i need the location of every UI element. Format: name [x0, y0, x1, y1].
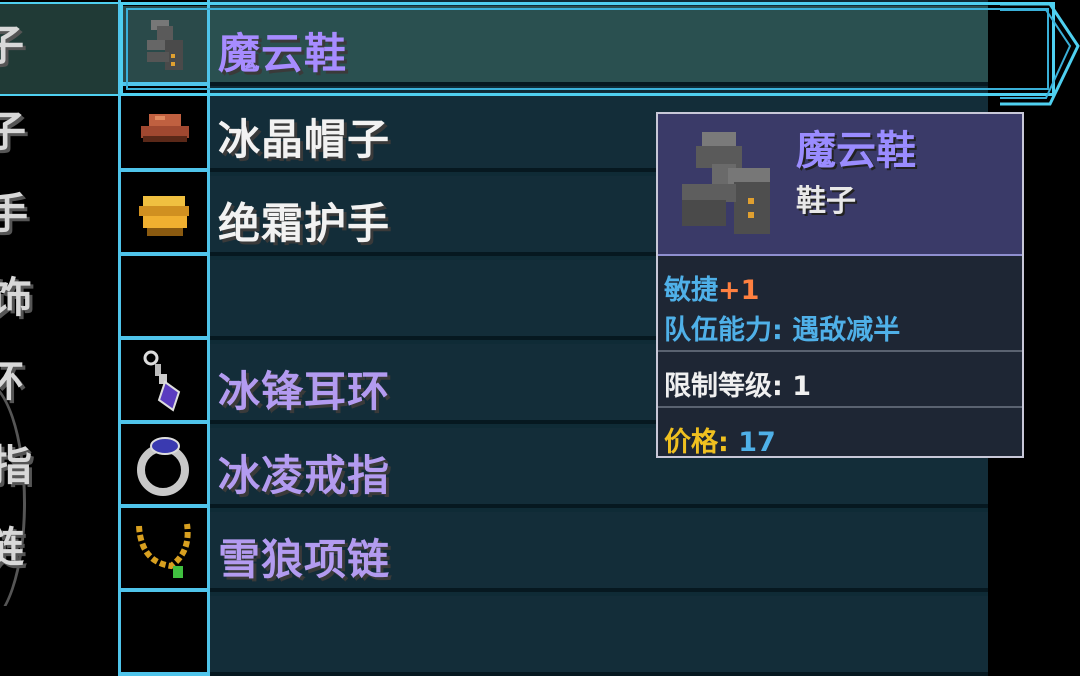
tooltip-level: 限制等级: 1 [664, 371, 812, 402]
item-icon [118, 596, 210, 676]
hat-icon [118, 92, 210, 172]
item-row[interactable] [118, 596, 988, 676]
tooltip-type: 鞋子 [796, 184, 856, 219]
tooltip-price: 价格: 17 [664, 427, 776, 458]
item-row[interactable]: 雪狼项链 [118, 512, 988, 592]
tooltip-team-ability: 队伍能力: 遇敌减半 [664, 315, 901, 346]
category-column: 子 子 手 饰 环 指 链 [0, 0, 118, 606]
tooltip-stat: 敏捷+1 [664, 275, 760, 306]
category-item[interactable]: 子 [0, 4, 24, 88]
category-item[interactable]: 饰 [0, 256, 54, 340]
tooltip-divider [658, 350, 1022, 352]
item-name: 雪狼项链 [218, 535, 391, 584]
item-row-selected[interactable]: 魔云鞋 [118, 6, 988, 86]
ring-icon [118, 428, 210, 508]
item-name: 冰凌戒指 [218, 451, 391, 500]
tooltip-header: 魔云鞋 鞋子 [658, 114, 1022, 256]
item-tooltip: 魔云鞋 鞋子 敏捷+1 队伍能力: 遇敌减半 限制等级: 1 价格: 17 [656, 112, 1024, 458]
earring-icon [118, 344, 210, 424]
boots-icon [118, 6, 210, 86]
category-item[interactable]: 链 [0, 506, 54, 590]
selection-arrow-icon [1000, 2, 1080, 106]
empty-slot [118, 260, 210, 340]
necklace-icon [118, 512, 210, 592]
category-item[interactable]: 环 [0, 340, 54, 424]
boots-icon [682, 132, 770, 234]
tooltip-title: 魔云鞋 [796, 128, 916, 174]
item-name: 冰锋耳环 [218, 367, 391, 416]
item-name: 绝霜护手 [218, 199, 391, 248]
item-name: 魔云鞋 [218, 29, 348, 78]
item-name: 冰晶帽子 [218, 115, 391, 164]
category-item[interactable]: 指 [0, 424, 54, 508]
tooltip-divider [658, 406, 1022, 408]
category-item[interactable]: 手 [0, 172, 54, 256]
gauntlet-icon [118, 176, 210, 256]
category-item[interactable]: 子 [0, 90, 54, 174]
